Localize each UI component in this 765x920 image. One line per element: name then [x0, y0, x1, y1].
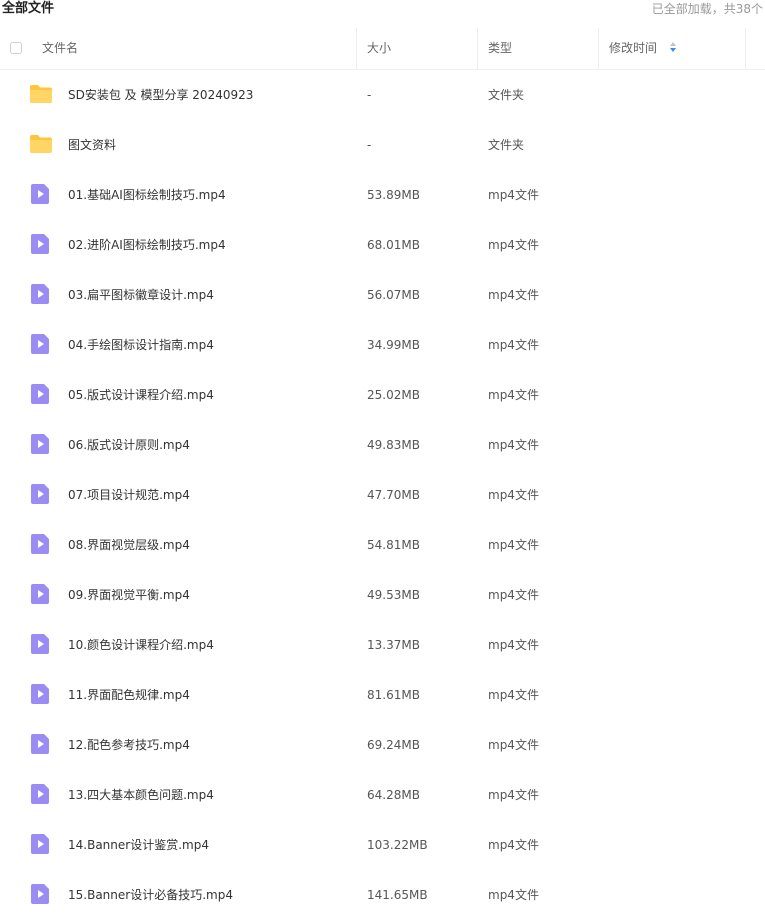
- file-size: 47.70MB: [367, 488, 420, 502]
- column-header-modified-label: 修改时间: [609, 41, 658, 55]
- table-row[interactable]: 11.界面配色规律.mp4 81.61MB mp4文件: [0, 670, 765, 720]
- column-header-type[interactable]: 类型: [478, 28, 599, 69]
- file-type: mp4文件: [488, 638, 539, 652]
- file-size: 49.53MB: [367, 588, 420, 602]
- table-row[interactable]: 12.配色参考技巧.mp4 69.24MB mp4文件: [0, 720, 765, 770]
- video-file-icon: [29, 234, 53, 254]
- video-file-icon: [29, 684, 53, 704]
- file-size: 34.99MB: [367, 338, 420, 352]
- table-row[interactable]: 05.版式设计课程介绍.mp4 25.02MB mp4文件: [0, 370, 765, 420]
- file-size: 53.89MB: [367, 188, 420, 202]
- video-file-icon: [29, 434, 53, 454]
- file-type: mp4文件: [488, 488, 539, 502]
- video-file-icon: [29, 384, 53, 404]
- file-name[interactable]: 04.手绘图标设计指南.mp4: [68, 320, 214, 370]
- table-row[interactable]: 07.项目设计规范.mp4 47.70MB mp4文件: [0, 470, 765, 520]
- file-list: SD安装包 及 模型分享 20240923- 文件夹 图文资料 - 文件夹 01.基础AI…: [0, 70, 765, 920]
- file-size: 56.07MB: [367, 288, 420, 302]
- file-name[interactable]: 06.版式设计原则.mp4: [68, 420, 190, 470]
- file-size: 13.37MB: [367, 638, 420, 652]
- video-file-icon: [29, 484, 53, 504]
- file-size: 103.22MB: [367, 838, 428, 852]
- video-file-icon: [29, 784, 53, 804]
- file-name[interactable]: 05.版式设计课程介绍.mp4: [68, 370, 214, 420]
- file-name[interactable]: 09.界面视觉平衡.mp4: [68, 570, 190, 620]
- file-name[interactable]: 图文资料: [68, 120, 116, 170]
- table-row[interactable]: SD安装包 及 模型分享 20240923 - 文件夹: [0, 70, 765, 120]
- video-file-icon: [29, 284, 53, 304]
- file-name[interactable]: 03.扁平图标徽章设计.mp4: [68, 270, 214, 320]
- file-size: 81.61MB: [367, 688, 420, 702]
- file-type: mp4文件: [488, 538, 539, 552]
- file-name[interactable]: 08.界面视觉层级.mp4: [68, 520, 190, 570]
- file-size: 69.24MB: [367, 738, 420, 752]
- file-type: mp4文件: [488, 588, 539, 602]
- video-file-icon: [29, 884, 53, 904]
- table-row[interactable]: 13.四大基本颜色问题.mp4 64.28MB mp4文件: [0, 770, 765, 820]
- column-header-type-label: 类型: [488, 41, 513, 55]
- table-row[interactable]: 04.手绘图标设计指南.mp4 34.99MB mp4文件: [0, 320, 765, 370]
- video-file-icon: [29, 584, 53, 604]
- folder-icon: [29, 134, 53, 154]
- file-name[interactable]: 12.配色参考技巧.mp4: [68, 720, 190, 770]
- sort-icon[interactable]: [669, 41, 677, 54]
- table-row[interactable]: 15.Banner设计必备技巧.mp4 141.65MB mp4文件: [0, 870, 765, 920]
- file-name[interactable]: SD安装包 及 模型分享 20240923: [68, 70, 253, 120]
- load-status: 已全部加载，共38个: [651, 2, 763, 16]
- column-header-name[interactable]: 文件名: [0, 28, 357, 69]
- file-name[interactable]: 13.四大基本颜色问题.mp4: [68, 770, 214, 820]
- file-type: mp4文件: [488, 188, 539, 202]
- video-file-icon: [29, 534, 53, 554]
- file-type: mp4文件: [488, 838, 539, 852]
- table-row[interactable]: 图文资料 - 文件夹: [0, 120, 765, 170]
- column-header-size-label: 大小: [367, 41, 392, 55]
- table-row[interactable]: 10.颜色设计课程介绍.mp4 13.37MB mp4文件: [0, 620, 765, 670]
- table-row[interactable]: 14.Banner设计鉴赏.mp4 103.22MB mp4文件: [0, 820, 765, 870]
- video-file-icon: [29, 734, 53, 754]
- file-type: mp4文件: [488, 438, 539, 452]
- file-size: 54.81MB: [367, 538, 420, 552]
- video-file-icon: [29, 334, 53, 354]
- file-size: 25.02MB: [367, 388, 420, 402]
- column-header-size[interactable]: 大小: [357, 28, 478, 69]
- file-type: mp4文件: [488, 688, 539, 702]
- file-type: mp4文件: [488, 388, 539, 402]
- table-row[interactable]: 06.版式设计原则.mp4 49.83MB mp4文件: [0, 420, 765, 470]
- file-type: mp4文件: [488, 338, 539, 352]
- file-name[interactable]: 01.基础AI图标绘制技巧.mp4: [68, 170, 226, 220]
- table-row[interactable]: 03.扁平图标徽章设计.mp4 56.07MB mp4文件: [0, 270, 765, 320]
- file-type: mp4文件: [488, 788, 539, 802]
- table-header: 文件名 大小 类型 修改时间: [0, 28, 765, 70]
- file-size: 68.01MB: [367, 238, 420, 252]
- file-name[interactable]: 15.Banner设计必备技巧.mp4: [68, 870, 233, 920]
- file-type: 文件夹: [488, 88, 525, 102]
- file-size: 141.65MB: [367, 888, 428, 902]
- file-size: 64.28MB: [367, 788, 420, 802]
- file-type: mp4文件: [488, 238, 539, 252]
- folder-icon: [29, 84, 53, 104]
- video-file-icon: [29, 634, 53, 654]
- file-size: -: [367, 88, 372, 102]
- file-name[interactable]: 11.界面配色规律.mp4: [68, 670, 190, 720]
- file-type: 文件夹: [488, 138, 525, 152]
- page-title: 全部文件: [2, 1, 55, 16]
- column-header-name-label: 文件名: [42, 41, 79, 55]
- file-name[interactable]: 10.颜色设计课程介绍.mp4: [68, 620, 214, 670]
- video-file-icon: [29, 834, 53, 854]
- file-type: mp4文件: [488, 288, 539, 302]
- file-size: 49.83MB: [367, 438, 420, 452]
- table-row[interactable]: 09.界面视觉平衡.mp4 49.53MB mp4文件: [0, 570, 765, 620]
- file-name[interactable]: 14.Banner设计鉴赏.mp4: [68, 820, 209, 870]
- file-type: mp4文件: [488, 738, 539, 752]
- file-size: -: [367, 138, 372, 152]
- file-type: mp4文件: [488, 888, 539, 902]
- video-file-icon: [29, 184, 53, 204]
- table-row[interactable]: 01.基础AI图标绘制技巧.mp4 53.89MB mp4文件: [0, 170, 765, 220]
- column-header-modified[interactable]: 修改时间: [599, 28, 746, 69]
- table-row[interactable]: 02.进阶AI图标绘制技巧.mp4 68.01MB mp4文件: [0, 220, 765, 270]
- table-row[interactable]: 08.界面视觉层级.mp4 54.81MB mp4文件: [0, 520, 765, 570]
- top-bar: 全部文件 已全部加载，共38个: [0, 0, 765, 22]
- file-name[interactable]: 07.项目设计规范.mp4: [68, 470, 190, 520]
- file-name[interactable]: 02.进阶AI图标绘制技巧.mp4: [68, 220, 226, 270]
